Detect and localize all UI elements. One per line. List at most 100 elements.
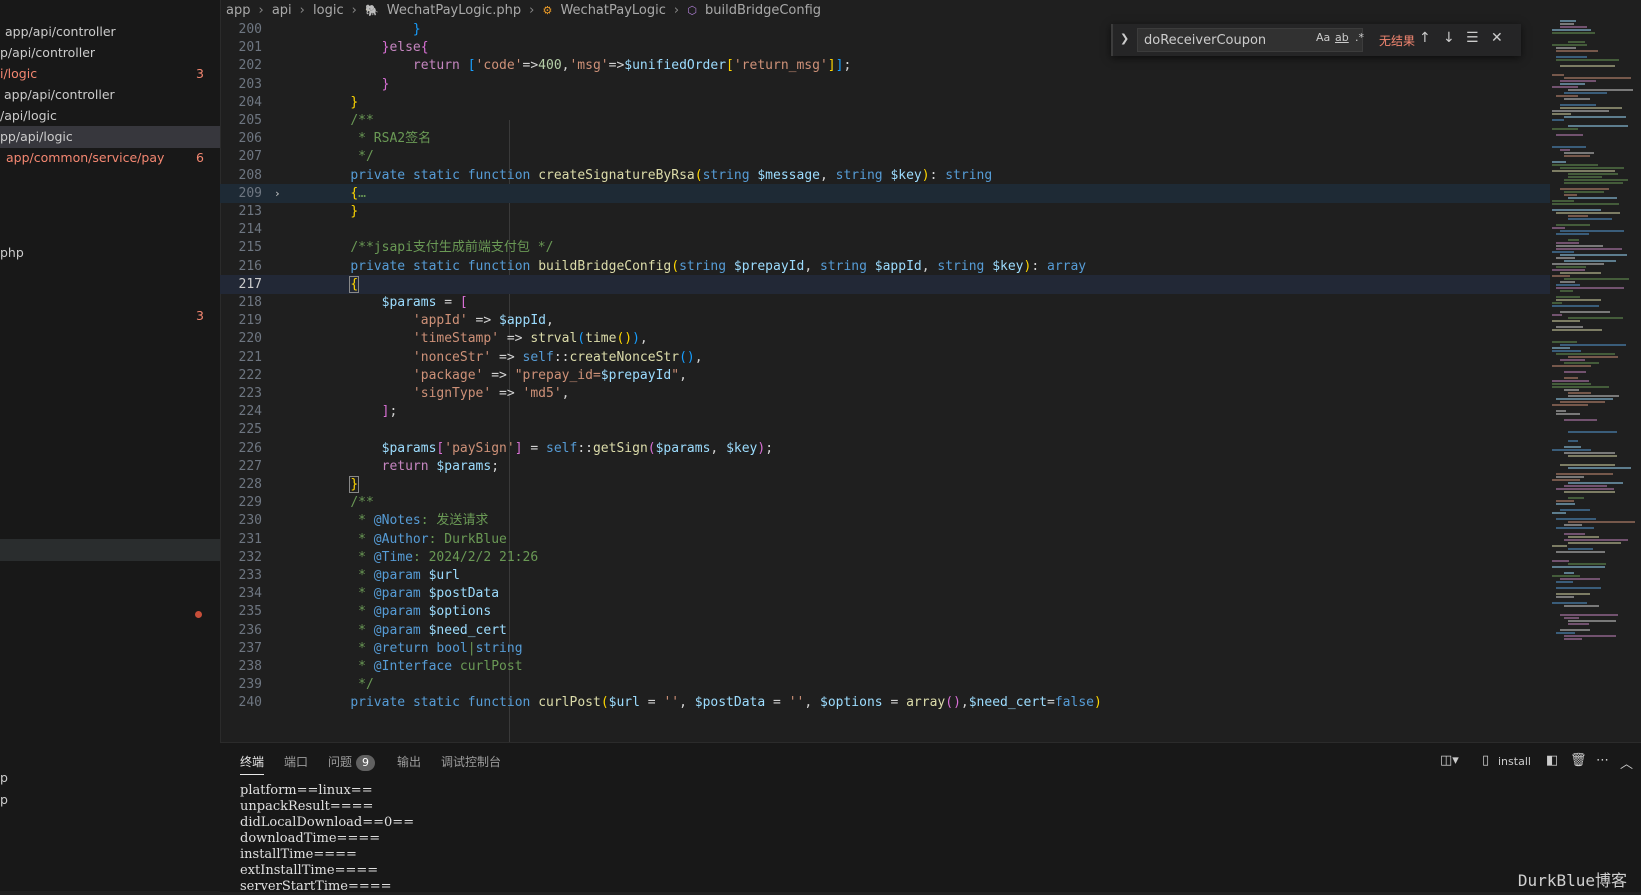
code-line[interactable]: 204 } [220, 93, 1550, 112]
minimap-stroke [1552, 479, 1580, 481]
find-in-selection-icon[interactable]: ☰ [1466, 30, 1479, 46]
fold-chevron-icon[interactable]: › [274, 184, 281, 203]
minimap-stroke [1556, 224, 1590, 226]
sidebar-item[interactable]: app/api/controller [0, 84, 220, 106]
breadcrumb-logic[interactable]: logic [313, 3, 344, 18]
sidebar-item[interactable]: php [0, 242, 220, 264]
code-line[interactable]: 208 private static function createSignat… [220, 166, 1550, 185]
minimap-stroke [1552, 74, 1564, 76]
minimap-stroke [1556, 299, 1601, 301]
sidebar-item[interactable]: p [0, 789, 220, 811]
minimap-stroke [1552, 32, 1595, 34]
code-line[interactable]: 218 $params = [ [220, 293, 1550, 312]
minimap-stroke [1556, 353, 1615, 355]
minimap-stroke [1564, 572, 1574, 574]
code-line[interactable]: 230 * @Notes: 发送请求 [220, 511, 1550, 530]
match-case-icon[interactable]: Aa [1316, 31, 1330, 44]
tab-output[interactable]: 输出 [397, 753, 421, 770]
code-line[interactable]: 223 'signType' => 'md5', [220, 384, 1550, 403]
code-line[interactable]: 215 /**jsapi支付生成前端支付包 */ [220, 238, 1550, 257]
breadcrumb-api[interactable]: api [272, 3, 292, 18]
terminal-icon[interactable]: ▯ [1482, 753, 1489, 768]
code-line[interactable]: 213 } [220, 202, 1550, 221]
code-line[interactable]: 217 { [220, 274, 1550, 294]
sidebar-item[interactable]: /api/logic [0, 105, 220, 127]
tab-ports[interactable]: 端口 [284, 753, 308, 770]
code-line[interactable]: 237 * @return bool|string [220, 639, 1550, 658]
minimap-stroke [1552, 602, 1587, 604]
sidebar-item-label: p [0, 770, 8, 785]
split-terminal-icon[interactable]: ◧ [1546, 753, 1558, 768]
sidebar-item[interactable]: app/api/controller [0, 21, 220, 43]
minimap-stroke [1556, 488, 1614, 490]
code-line[interactable]: 203 } [220, 75, 1550, 94]
minimap-stroke [1556, 212, 1620, 214]
code-line[interactable]: 236 * @param $need_cert [220, 621, 1550, 640]
more-actions-icon[interactable]: ⋯ [1596, 753, 1609, 768]
sidebar-item[interactable]: i/logic 3 [0, 63, 220, 85]
sidebar-item[interactable]: pp/api/logic [0, 126, 220, 148]
code-line[interactable]: 219 'appId' => $appId, [220, 311, 1550, 330]
code-text: { [349, 275, 360, 293]
code-line[interactable]: 202 return ['code'=>400,'msg'=>$unifiedO… [220, 56, 1550, 75]
code-line[interactable]: 240 private static function curlPost($ur… [220, 693, 1550, 712]
code-line[interactable]: 227 return $params; [220, 457, 1550, 476]
code-line[interactable]: 239 */ [220, 675, 1550, 694]
sidebar-item[interactable]: 3 [0, 305, 220, 327]
maximize-panel-icon[interactable]: ︿ [1620, 753, 1633, 772]
previous-match-icon[interactable]: ↑ [1419, 30, 1431, 46]
breadcrumb-file[interactable]: WechatPayLogic.php [387, 3, 521, 18]
minimap-stroke [1552, 545, 1567, 547]
code-line[interactable]: 224 ]; [220, 402, 1550, 421]
minimap[interactable] [1550, 20, 1641, 720]
next-match-icon[interactable]: ↓ [1443, 30, 1455, 46]
sidebar-item[interactable]: p [0, 767, 220, 789]
code-text: 'appId' => $appId, [412, 313, 554, 329]
code-line[interactable]: 205 /** [220, 111, 1550, 130]
code-line[interactable]: 207 */ [220, 147, 1550, 166]
code-line[interactable]: 226 $params['paySign'] = self::getSign($… [220, 439, 1550, 458]
terminal-name[interactable]: install [1498, 755, 1531, 768]
line-number: 214 [238, 222, 262, 238]
code-line[interactable]: 232 * @Time: 2024/2/2 21:26 [220, 548, 1550, 567]
breadcrumb-method[interactable]: buildBridgeConfig [705, 3, 821, 18]
code-line[interactable]: 222 'package' => "prepay_id=$prepayId", [220, 366, 1550, 385]
tab-terminal[interactable]: 终端 [240, 753, 265, 775]
sidebar-item[interactable]: p/api/controller [0, 42, 220, 64]
minimap-stroke [1560, 281, 1575, 283]
code-text: * @return bool|string [319, 640, 523, 656]
code-line[interactable]: 214 [220, 220, 1550, 239]
line-number: 202 [238, 58, 262, 74]
code-line[interactable]: 209 › {… [220, 183, 1550, 203]
code-line[interactable]: 234 * @param $postData [220, 584, 1550, 603]
code-line[interactable]: 216 private static function buildBridgeC… [220, 257, 1550, 276]
toggle-replace-chevron-icon[interactable]: ❯ [1120, 32, 1129, 45]
breadcrumb-app[interactable]: app [226, 3, 250, 18]
minimap-stroke [1552, 383, 1591, 385]
code-line[interactable]: 225 [220, 420, 1550, 439]
sidebar-item[interactable]: app/common/service/pay 6 [0, 147, 220, 169]
code-line[interactable]: 220 'timeStamp' => strval(time()), [220, 329, 1550, 348]
code-line[interactable]: 238 * @Interface curlPost [220, 657, 1550, 676]
sidebar-hover-row[interactable] [0, 539, 220, 561]
code-line[interactable]: 233 * @param $url [220, 566, 1550, 585]
minimap-stroke [1568, 89, 1633, 91]
whole-word-icon[interactable]: ab [1335, 31, 1349, 44]
code-line[interactable]: 206 * RSA2签名 [220, 129, 1550, 148]
code-editor[interactable]: 200 } 201 }else{202 return ['code'=>400,'… [220, 20, 1550, 742]
minimap-stroke [1568, 482, 1623, 484]
code-line[interactable]: 231 * @Author: DurkBlue [220, 530, 1550, 549]
code-text: /** [350, 495, 374, 511]
code-line[interactable]: 235 * @param $options [220, 602, 1550, 621]
regex-icon[interactable]: .* [1355, 31, 1364, 44]
close-icon[interactable]: ✕ [1491, 30, 1503, 46]
tab-debug-console[interactable]: 调试控制台 [441, 753, 501, 770]
code-line[interactable]: 221 'nonceStr' => self::createNonceStr()… [220, 348, 1550, 367]
trash-icon[interactable]: 🗑 [1570, 753, 1587, 768]
breadcrumb-class[interactable]: WechatPayLogic [560, 3, 665, 18]
tab-problems[interactable]: 问题 9 [328, 753, 376, 771]
code-line[interactable]: 228 } [220, 475, 1550, 494]
split-layout-icon[interactable]: ◫▾ [1440, 753, 1459, 768]
code-line[interactable]: 229 /** [220, 493, 1550, 512]
terminal-output[interactable]: platform==linux== unpackResult==== didLoca… [240, 783, 414, 895]
